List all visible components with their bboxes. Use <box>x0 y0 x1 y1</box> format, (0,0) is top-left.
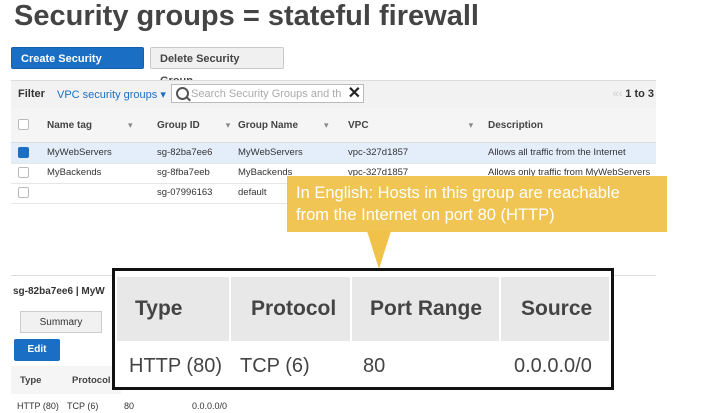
cell-group-name: MyWebServers <box>238 147 303 158</box>
zoomed-header-type: Type <box>117 277 231 341</box>
search-icon <box>176 87 189 100</box>
column-header-vpc[interactable]: VPC ▾ <box>348 120 473 131</box>
rules-cell-source: 0.0.0.0/0 <box>192 401 228 411</box>
zoomed-value-port-range: 80 <box>363 355 386 377</box>
zoomed-value-type: HTTP (80) <box>129 355 222 377</box>
zoomed-value-source: 0.0.0.0/0 <box>514 355 592 377</box>
chevron-down-icon: ▾ <box>160 89 166 101</box>
callout-text: In English: Hosts in this group are reac… <box>296 182 666 226</box>
cell-group-id: sg-82ba7ee6 <box>157 147 213 158</box>
sort-icon: ▾ <box>468 120 474 130</box>
row-checkbox[interactable] <box>18 147 29 158</box>
table-row[interactable]: MyWebServers sg-82ba7ee6 MyWebServers vp… <box>11 143 656 164</box>
callout-line-1: In English: Hosts in this group are reac… <box>296 184 620 202</box>
select-all-checkbox[interactable] <box>18 119 29 130</box>
zoomed-header-row: Type Protocol Port Range Source <box>117 277 609 341</box>
pager-prev-icon[interactable]: «‹ <box>612 88 622 100</box>
filter-select[interactable]: VPC security groups ▾ <box>57 88 166 101</box>
cell-name-tag: MyWebServers <box>47 147 112 158</box>
rules-header-protocol: Protocol <box>72 375 111 386</box>
zoomed-value-protocol: TCP (6) <box>240 355 310 377</box>
zoomed-rules-table: Type Protocol Port Range Source HTTP (80… <box>112 268 614 390</box>
row-checkbox[interactable] <box>18 187 29 198</box>
zoomed-header-port-range: Port Range <box>352 277 501 341</box>
cell-group-id: sg-8fba7eeb <box>157 167 210 178</box>
rules-cell-port: 80 <box>124 401 135 411</box>
delete-security-group-button[interactable]: Delete Security Group <box>150 47 284 87</box>
filter-bar: Filter VPC security groups ▾ Search Secu… <box>11 80 656 109</box>
zoomed-header-source: Source <box>501 277 609 341</box>
callout-line-2: from the Internet on port 80 (HTTP) <box>296 206 555 224</box>
sort-icon: ▾ <box>225 120 231 130</box>
filter-label: Filter <box>18 88 45 100</box>
rules-cell-protocol: TCP (6) <box>67 401 99 411</box>
pagination: «‹ 1 to 3 <box>612 88 654 100</box>
cell-group-id: sg-07996163 <box>157 187 213 198</box>
cell-description: Allows all traffic from the Internet <box>488 147 626 158</box>
sort-icon: ▾ <box>128 120 133 130</box>
callout-arrow <box>367 231 391 269</box>
column-header-name-tag[interactable]: Name tag ▾ <box>47 120 133 131</box>
column-header-group-name[interactable]: Group Name ▾ <box>238 120 329 131</box>
callout-box: In English: Hosts in this group are reac… <box>287 176 667 232</box>
search-placeholder: Search Security Groups and th <box>191 88 341 100</box>
row-checkbox[interactable] <box>18 167 29 178</box>
edit-button[interactable]: Edit <box>14 339 60 361</box>
cell-name-tag: MyBackends <box>47 167 102 178</box>
column-header-group-id[interactable]: Group ID ▾ <box>157 120 230 131</box>
search-input[interactable]: Search Security Groups and th ✕ <box>171 84 364 103</box>
table-header: Name tag ▾ Group ID ▾ Group Name ▾ VPC ▾ Des… <box>11 108 656 143</box>
rules-cell-type: HTTP (80) <box>17 401 59 411</box>
filter-select-value: VPC security groups <box>57 89 158 101</box>
rules-header-type: Type <box>20 375 42 386</box>
pager-range: 1 to 3 <box>625 88 654 100</box>
cell-group-name: MyBackends <box>238 167 293 178</box>
cell-vpc: vpc-327d1857 <box>348 147 409 158</box>
column-header-description[interactable]: Description <box>488 120 543 131</box>
slide-title: Security groups = stateful firewall <box>14 0 479 32</box>
create-security-group-button[interactable]: Create Security Group <box>11 47 144 87</box>
detail-group-id: sg-82ba7ee6 | MyW <box>13 286 105 297</box>
cell-group-name: default <box>238 187 267 198</box>
zoomed-header-protocol: Protocol <box>231 277 352 341</box>
close-icon[interactable]: ✕ <box>348 83 361 103</box>
tab-summary[interactable]: Summary <box>20 311 102 333</box>
sort-icon: ▾ <box>324 120 329 130</box>
